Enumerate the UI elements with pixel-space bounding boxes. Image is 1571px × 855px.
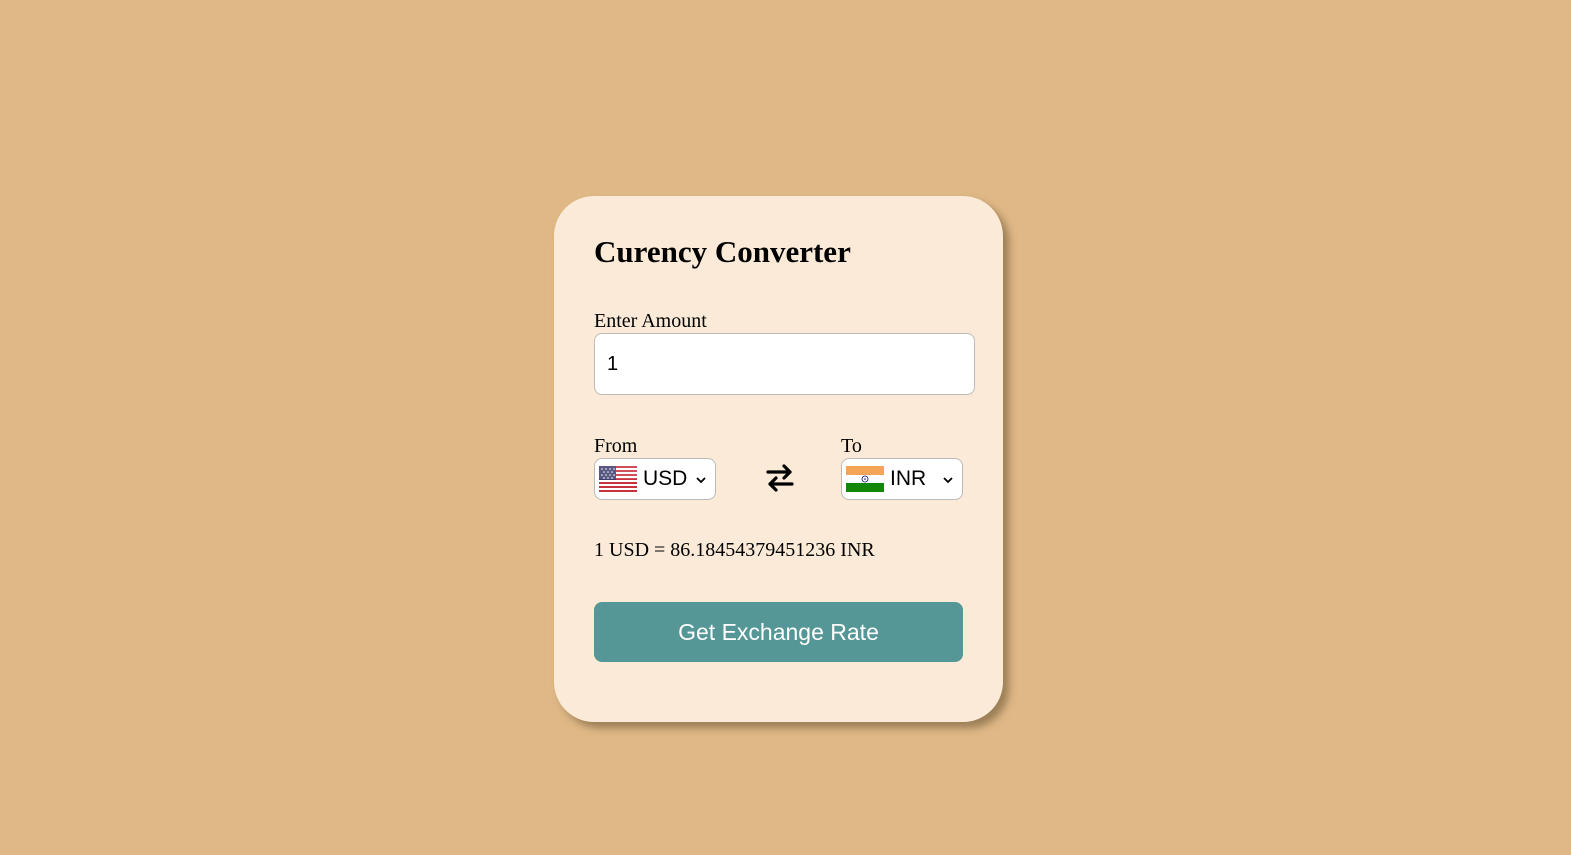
page-title: Curency Converter	[594, 234, 851, 269]
swap-arrows-icon[interactable]	[762, 460, 798, 496]
amount-input[interactable]	[594, 333, 975, 395]
to-label: To	[841, 435, 862, 457]
chevron-down-icon	[942, 473, 954, 485]
to-currency-code: INR	[890, 467, 927, 490]
from-currency-select[interactable]: USD	[594, 458, 716, 500]
amount-label: Enter Amount	[594, 310, 707, 332]
chevron-down-icon	[695, 473, 707, 485]
converter-card: Curency Converter Enter Amount From	[554, 196, 1003, 722]
from-currency-code: USD	[643, 467, 688, 490]
india-flag-icon	[846, 466, 884, 492]
to-currency-select[interactable]: INR	[841, 458, 963, 500]
from-label: From	[594, 435, 638, 457]
get-exchange-rate-button[interactable]: Get Exchange Rate	[594, 602, 963, 662]
us-flag-icon	[599, 466, 637, 492]
exchange-result: 1 USD = 86.18454379451236 INR	[594, 539, 875, 561]
